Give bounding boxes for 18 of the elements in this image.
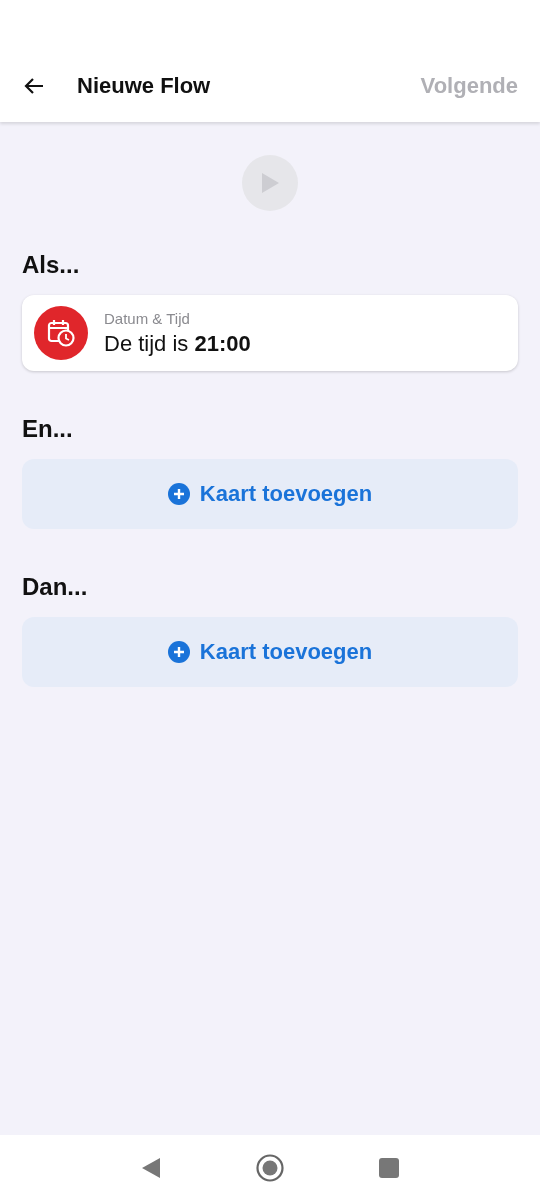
card-condition: De tijd is 21:00 (104, 330, 251, 357)
home-circle-icon (256, 1153, 284, 1182)
section-heading: Dan... (22, 573, 89, 601)
plus-circle-icon (167, 483, 190, 505)
card-category: Datum & Tijd (104, 309, 191, 327)
square-icon (379, 1157, 399, 1178)
section-heading: En... (22, 415, 74, 443)
plus-circle-icon (167, 641, 190, 663)
play-icon (259, 171, 281, 195)
section-heading: Als... (22, 251, 81, 279)
add-card-button[interactable]: Kaart toevoegen (22, 617, 518, 687)
home-nav-button[interactable] (256, 1153, 284, 1182)
trigger-card[interactable]: Datum & Tijd De tijd is 21:00 (22, 295, 518, 371)
back-triangle-icon (141, 1156, 161, 1179)
recents-nav-button[interactable] (379, 1157, 399, 1178)
add-card-button[interactable]: Kaart toevoegen (22, 459, 518, 529)
screen-title: Nieuwe Flow (77, 73, 212, 99)
back-nav-button[interactable] (141, 1156, 161, 1179)
